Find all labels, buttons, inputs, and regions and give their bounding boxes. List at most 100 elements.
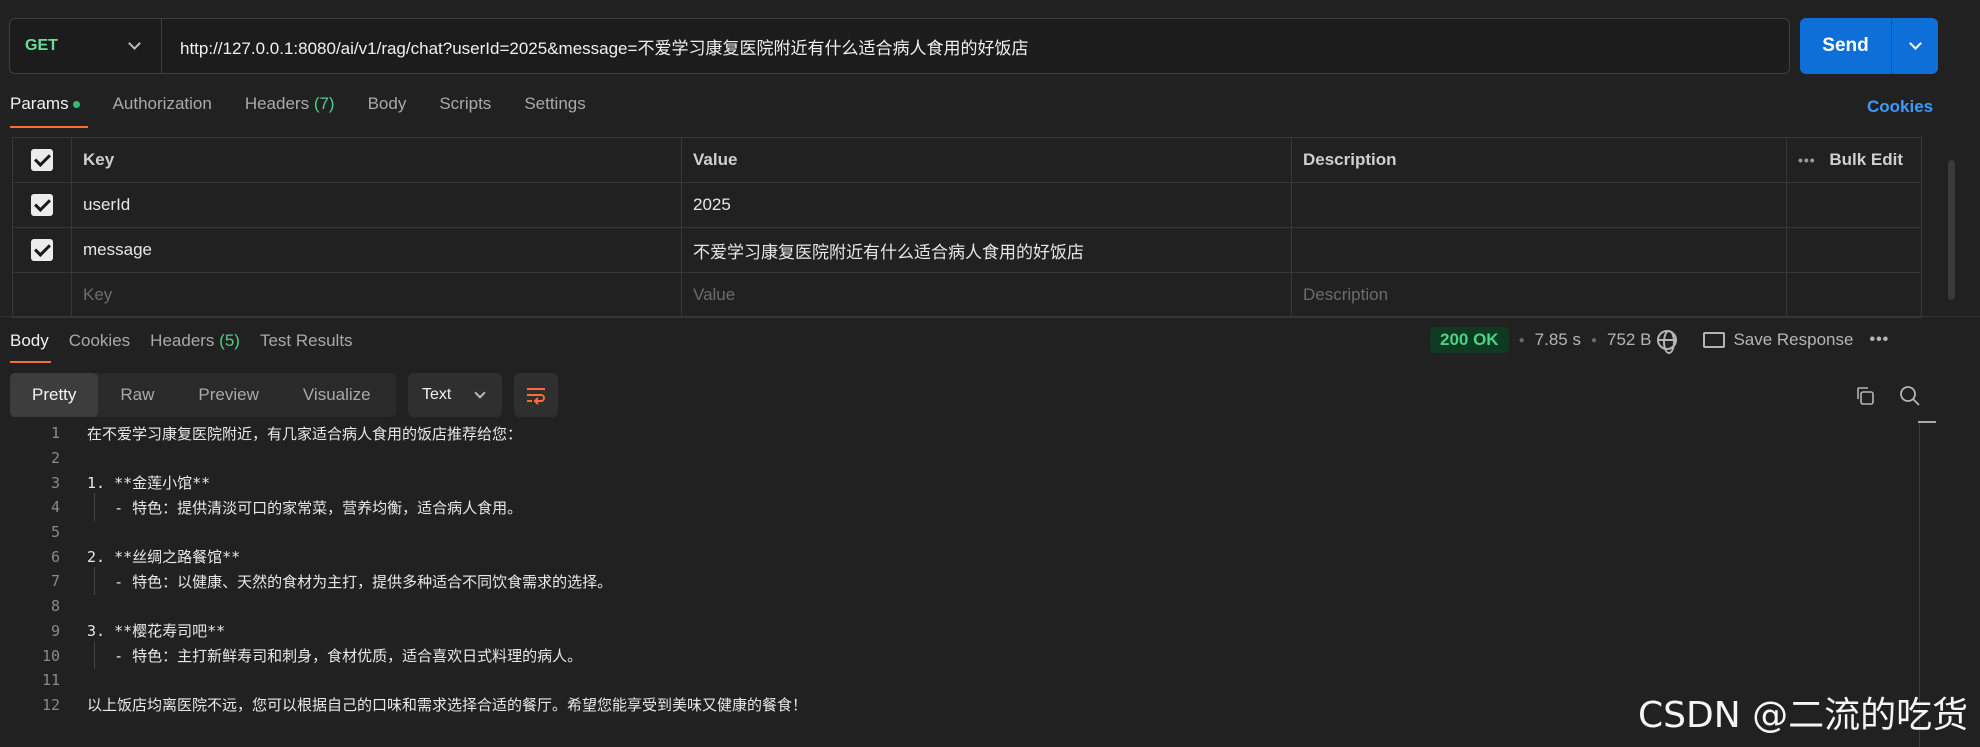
col-key: Key (72, 138, 682, 182)
view-visualize[interactable]: Visualize (281, 373, 393, 417)
send-button[interactable]: Send (1800, 18, 1892, 74)
select-all-checkbox[interactable] (31, 149, 53, 171)
code-line: 7 - 特色：以健康、天然的食材为主打，提供多种适合不同饮食需求的选择。 (0, 566, 1920, 595)
new-description-input[interactable]: Description (1292, 273, 1787, 317)
response-size[interactable]: 752 B (1607, 330, 1651, 350)
copy-icon[interactable] (1855, 386, 1875, 406)
line-number: 8 (50, 597, 60, 616)
tab-response-body[interactable]: Body (10, 331, 51, 363)
code-text: 3. **樱花寿司吧** (87, 622, 226, 641)
globe-icon[interactable] (1657, 330, 1678, 354)
response-meta: 200 OK ● 7.85 s ● 752 B Save Response ••… (1430, 326, 1889, 354)
tab-params-label: Params (10, 94, 69, 113)
response-divider[interactable] (0, 316, 1980, 317)
view-preview[interactable]: Preview (176, 373, 280, 417)
new-value-input[interactable]: Value (682, 273, 1292, 317)
view-raw[interactable]: Raw (98, 373, 176, 417)
line-number: 10 (41, 646, 60, 665)
save-response-button[interactable]: Save Response (1733, 330, 1853, 350)
row-check-cell (12, 228, 72, 272)
row-checkbox[interactable] (31, 239, 53, 261)
code-line: 9 3. **樱花寿司吧** (0, 619, 1920, 644)
code-line: 8 (0, 594, 1920, 619)
response-body-editor[interactable]: 1 在不爱学习康复医院附近，有几家适合病人食用的饭店推荐给您： 2 3 1. **金莲小… (0, 421, 1920, 717)
code-text: 2. **丝绸之路餐馆** (87, 548, 241, 567)
line-number: 12 (41, 695, 60, 714)
wrap-lines-button[interactable] (514, 373, 558, 417)
chevron-down-icon (474, 386, 486, 399)
tab-authorization[interactable]: Authorization (113, 94, 212, 128)
wrap-lines-icon (527, 388, 545, 405)
line-number: 2 (50, 449, 60, 468)
cookies-link[interactable]: Cookies (1867, 97, 1933, 117)
line-number: 3 (50, 473, 60, 492)
tab-scripts[interactable]: Scripts (439, 94, 491, 128)
row-spacer (1787, 273, 1922, 317)
more-options-icon[interactable]: ••• (1869, 331, 1889, 349)
col-value: Value (682, 138, 1292, 182)
search-icon[interactable] (1899, 385, 1921, 407)
tab-settings[interactable]: Settings (524, 94, 585, 128)
line-number: 6 (50, 547, 60, 566)
tab-response-headers-label: Headers (150, 331, 215, 350)
line-number: 1 (50, 424, 60, 443)
tab-body[interactable]: Body (368, 94, 407, 128)
tab-headers[interactable]: Headers (7) (245, 94, 335, 128)
line-number: 4 (50, 498, 60, 517)
param-value[interactable]: 2025 (682, 183, 1292, 227)
headers-count: (7) (313, 94, 335, 113)
more-icon[interactable]: ••• (1798, 152, 1816, 168)
row-spacer (1787, 183, 1922, 227)
param-description[interactable] (1292, 183, 1787, 227)
row-checkbox[interactable] (31, 194, 53, 216)
view-mode-tabs: Pretty Raw Preview Visualize (10, 373, 396, 417)
line-number: 5 (50, 523, 60, 542)
code-line: 5 (0, 520, 1920, 545)
response-tabs: Body Cookies Headers (5) Test Results (10, 331, 373, 363)
col-description: Description (1292, 138, 1787, 182)
tab-params[interactable]: Params (10, 94, 88, 128)
watermark: CSDN @二流的吃货 (1638, 695, 1969, 736)
param-key[interactable]: userId (72, 183, 682, 227)
status-badge[interactable]: 200 OK (1430, 327, 1509, 353)
response-headers-count: (5) (219, 331, 240, 350)
line-number: 9 (50, 621, 60, 640)
table-row: userId 2025 (12, 183, 1922, 228)
line-number: 11 (41, 671, 60, 690)
param-description[interactable] (1292, 228, 1787, 272)
code-text: - 特色：主打新鲜寿司和刺身，食材优质，适合喜欢日式料理的病人。 (60, 641, 582, 670)
params-scrollbar[interactable] (1948, 160, 1955, 300)
format-select[interactable]: Text (408, 373, 502, 417)
url-input[interactable]: http://127.0.0.1:8080/ai/v1/rag/chat?use… (162, 34, 1028, 59)
param-key[interactable]: message (72, 228, 682, 272)
view-pretty[interactable]: Pretty (10, 373, 99, 417)
table-row-new: Key Value Description (12, 273, 1922, 318)
code-text: - 特色：提供清淡可口的家常菜，营养均衡，适合病人食用。 (60, 492, 522, 521)
response-time[interactable]: 7.85 s (1535, 330, 1581, 350)
row-check-cell (12, 183, 72, 227)
tab-response-headers[interactable]: Headers (5) (150, 331, 240, 363)
request-tabs: Params Authorization Headers (7) Body Sc… (10, 94, 619, 128)
tab-test-results[interactable]: Test Results (260, 331, 353, 363)
send-button-group: Send (1800, 18, 1938, 74)
code-text: - 特色：以健康、天然的食材为主打，提供多种适合不同饮食需求的选择。 (60, 566, 612, 595)
tab-response-cookies[interactable]: Cookies (69, 331, 130, 363)
new-key-input[interactable]: Key (72, 273, 682, 317)
method-select[interactable]: GET (10, 19, 162, 73)
tab-headers-label: Headers (244, 94, 310, 113)
code-line: 6 2. **丝绸之路餐馆** (0, 544, 1920, 569)
row-spacer (1787, 228, 1922, 272)
param-value[interactable]: 不爱学习康复医院附近有什么适合病人食用的好饭店 (682, 228, 1292, 272)
send-options-button[interactable] (1892, 18, 1938, 74)
chevron-down-icon (1908, 37, 1922, 50)
separator-dot: ● (1518, 334, 1525, 346)
code-line: 2 (0, 446, 1920, 471)
save-response-icon (1703, 332, 1726, 348)
code-text: 以上饭店均离医院不远，您可以根据自己的口味和需求选择合适的餐厅。希望您能享受到美… (87, 696, 808, 715)
table-row: message 不爱学习康复医院附近有什么适合病人食用的好饭店 (12, 228, 1922, 273)
chevron-down-icon (128, 37, 141, 50)
line-number: 7 (50, 572, 60, 591)
bulk-edit-button[interactable]: Bulk Edit (1829, 150, 1903, 170)
code-scrollbar-thumb[interactable] (1918, 421, 1936, 423)
code-text: 在不爱学习康复医院附近，有几家适合病人食用的饭店推荐给您： (87, 424, 523, 443)
